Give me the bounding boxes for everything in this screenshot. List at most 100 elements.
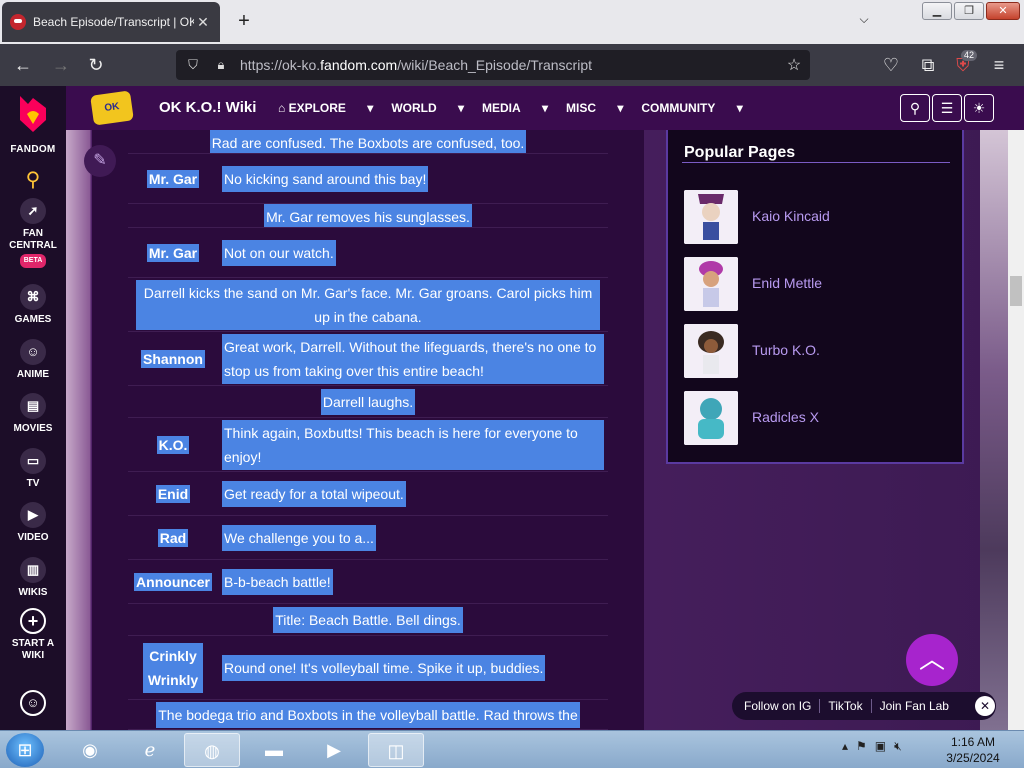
rail-item-start-wiki[interactable]: + START A WIKI (0, 608, 66, 662)
search-icon[interactable]: ⚲ (21, 168, 45, 192)
popular-page-item[interactable]: Enid Mettle (682, 257, 952, 313)
close-window-button[interactable]: ✕ (986, 2, 1020, 20)
media-player-icon[interactable]: ◉ (62, 733, 118, 767)
restore-button[interactable]: ❐ (954, 2, 984, 20)
speaker-name[interactable]: Announcer (134, 572, 212, 591)
back-arrow-icon[interactable]: ← (12, 54, 34, 76)
wiki-nav: ⌂ EXPLORE ▾ WORLD ▾ MEDIA ▾ MISC ▾ COMMU… (278, 101, 761, 115)
user-account-button[interactable]: ☺ (0, 690, 66, 720)
tracking-shield-icon[interactable]: ⛉ (182, 57, 204, 73)
tab-list-chevron-icon[interactable]: ⌵ (852, 12, 876, 32)
show-hidden-icons-icon[interactable]: ▴ (842, 739, 848, 754)
volume-muted-icon[interactable]: 🔇︎ (894, 739, 902, 754)
nav-label: MEDIA (482, 101, 521, 115)
forward-arrow-icon[interactable]: → (50, 54, 72, 76)
speaker-name[interactable]: Enid (155, 484, 191, 503)
new-tab-button[interactable]: + (232, 10, 256, 34)
tab-title: Beach Episode/Transcript | OK K.O.! Wiki (33, 15, 194, 29)
close-icon[interactable]: ✕ (975, 696, 995, 716)
nav-label: EXPLORE (288, 101, 346, 115)
video-player-icon[interactable]: ▶ (306, 733, 362, 767)
start-button[interactable]: ⊞ (6, 733, 44, 767)
speaker-name[interactable]: Mr. Gar (146, 243, 200, 262)
action-text: Darrell kicks the sand on Mr. Gar's face… (136, 279, 600, 330)
transcript-row: Crinkly Wrinkly Round one! It's volleyba… (128, 636, 608, 700)
wiki-name-link[interactable]: OK K.O.! Wiki (159, 99, 256, 116)
book-icon: ▥ (20, 557, 46, 583)
rail-item-fan-central[interactable]: ➚ FAN CENTRAL BETA (0, 198, 66, 268)
rail-item-movies[interactable]: ▤ MOVIES (0, 393, 66, 435)
rail-item-video[interactable]: ▶ VIDEO (0, 502, 66, 544)
speaker-cell: Mr. Gar (128, 154, 218, 203)
browser-tab[interactable]: Beach Episode/Transcript | OK K.O.! Wiki… (2, 2, 220, 42)
edit-pencil-icon[interactable]: ✎ (84, 145, 116, 177)
scroll-to-top-button[interactable]: ︿ (906, 634, 958, 686)
line-text: B-b-beach battle! (222, 568, 333, 595)
menu-icon[interactable]: ≡ (988, 54, 1010, 76)
character-thumbnail (684, 324, 738, 378)
pocket-icon[interactable]: ♡ (880, 54, 902, 76)
nav-world[interactable]: WORLD ▾ (391, 101, 464, 115)
beta-badge: BETA (19, 254, 47, 268)
line-text: Get ready for a total wipeout. (222, 480, 406, 507)
clapperboard-icon: ▤ (20, 393, 46, 419)
fandom-logo-icon[interactable] (16, 94, 50, 134)
network-icon[interactable]: ▣ (875, 739, 886, 754)
wiki-search-icon[interactable]: ⚲ (900, 94, 930, 122)
nav-misc[interactable]: MISC ▾ (566, 101, 623, 115)
theme-toggle-icon[interactable]: ☀ (964, 94, 994, 122)
nav-explore[interactable]: ⌂ EXPLORE ▾ (278, 101, 373, 115)
popular-page-item[interactable]: Kaio Kincaid (682, 190, 952, 246)
address-bar[interactable]: ⛉ 🔒︎ https://ok-ko.fandom.com/wiki/Beach… (176, 50, 810, 80)
rail-item-tv[interactable]: ▭ TV (0, 448, 66, 490)
sticky-notes-icon[interactable]: ◫ (368, 733, 424, 767)
reload-icon[interactable]: ↻ (85, 54, 107, 76)
rail-item-wikis[interactable]: ▥ WIKIS (0, 557, 66, 599)
minimize-button[interactable]: ▁ (922, 2, 952, 20)
line-text: No kicking sand around this bay! (222, 165, 429, 192)
speaker-name[interactable]: K.O. (156, 435, 190, 454)
tiktok-link[interactable]: TikTok (828, 699, 872, 713)
tab-strip: Beach Episode/Transcript | OK K.O.! Wiki… (0, 0, 1024, 44)
speaker-name[interactable]: Rad (157, 528, 189, 547)
popular-page-link[interactable]: Kaio Kincaid (752, 208, 830, 224)
internet-explorer-icon[interactable]: ℯ (122, 733, 178, 767)
popular-page-item[interactable]: Radicles X (682, 391, 952, 447)
transcript-action-row: The bodega trio and Boxbots in the volle… (128, 700, 608, 730)
transcript-action-row: Darrell kicks the sand on Mr. Gar's face… (128, 278, 608, 332)
popular-page-link[interactable]: Radicles X (752, 409, 819, 425)
rail-item-anime[interactable]: ☺ ANIME (0, 339, 66, 381)
rail-item-games[interactable]: ⌘ GAMES (0, 284, 66, 326)
extensions-icon[interactable]: ⧉ (917, 54, 939, 76)
system-clock[interactable]: 1:16 AM 3/25/2024 (940, 734, 1006, 766)
url-text[interactable]: https://ok-ko.fandom.com/wiki/Beach_Epis… (240, 57, 782, 73)
nav-media[interactable]: MEDIA ▾ (482, 101, 548, 115)
firefox-icon[interactable]: ◍ (184, 733, 240, 767)
follow-ig-link[interactable]: Follow on IG (744, 699, 821, 713)
speaker-cell: Crinkly Wrinkly (128, 636, 218, 699)
user-avatar-icon: ☺ (20, 690, 46, 716)
join-fan-lab-link[interactable]: Join Fan Lab (880, 699, 957, 713)
speaker-name[interactable]: Mr. Gar (146, 169, 200, 188)
nav-community[interactable]: COMMUNITY ▾ (641, 101, 742, 115)
wiki-logo[interactable]: OK K.O.! (90, 90, 134, 144)
speaker-name[interactable]: Shannon (141, 349, 205, 368)
character-thumbnail (684, 257, 738, 311)
transcript-action-row: Darrell laughs. (128, 386, 608, 418)
scrollbar-thumb[interactable] (1010, 276, 1022, 306)
lock-icon[interactable]: 🔒︎ (210, 57, 232, 73)
file-explorer-icon[interactable]: ▬ (246, 733, 302, 767)
popular-page-link[interactable]: Enid Mettle (752, 275, 822, 291)
speaker-name[interactable]: Crinkly Wrinkly (143, 642, 203, 693)
bookmark-star-icon[interactable]: ☆ (782, 55, 806, 75)
page-scrollbar[interactable] (1008, 130, 1024, 730)
line-cell: Great work, Darrell. Without the lifegua… (218, 332, 608, 385)
tab-close-icon[interactable]: ✕ (194, 14, 212, 31)
popular-page-link[interactable]: Turbo K.O. (752, 342, 820, 358)
flag-icon[interactable]: ⚑ (856, 739, 867, 754)
popular-page-item[interactable]: Turbo K.O. (682, 324, 952, 380)
character-thumbnail (684, 190, 738, 244)
rail-label: WIKIS (18, 587, 48, 598)
gamepad-icon: ⌘ (20, 284, 46, 310)
discussions-icon[interactable]: ☰ (932, 94, 962, 122)
